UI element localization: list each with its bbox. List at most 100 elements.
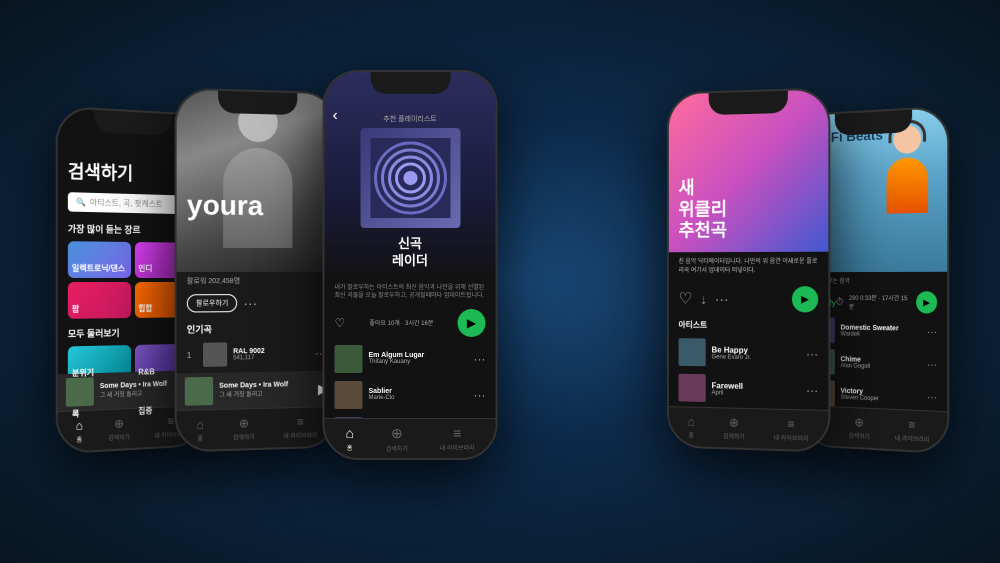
track-1: 1 RAL 9002 541,117 ··· xyxy=(177,338,336,370)
nav-search-4[interactable]: ⊕ 검색하기 xyxy=(723,415,745,441)
bottom-nav-2: ⌂ 홈 ⊕ 검색하기 ≡ 내 라이브러리 xyxy=(177,406,336,450)
artist-buttons: 팔로우하기 ··· xyxy=(177,290,336,317)
play-button-5[interactable]: ▶ xyxy=(916,291,937,314)
nav-search-label-3: 검색하기 xyxy=(386,444,408,453)
home-icon-4: ⌂ xyxy=(688,414,695,428)
nav-library-4[interactable]: ≡ 내 라이브러리 xyxy=(774,417,809,443)
nav-search-label-5: 검색하기 xyxy=(849,431,870,441)
lofi-track-1-artist: Wardell xyxy=(840,331,921,338)
nav-search-5[interactable]: ⊕ 검색하기 xyxy=(849,415,870,441)
search-icon: 🔍 xyxy=(76,197,86,206)
library-icon-5: ≡ xyxy=(908,418,915,433)
lofi-ctrl-right: ⏱ 280 0:33분 · 17시간 15분 ▶ xyxy=(836,291,937,314)
nav-home-label-1: 홈 xyxy=(77,435,83,444)
nav-search-2[interactable]: ⊕ 검색하기 xyxy=(233,416,255,442)
heart-icon[interactable]: ♡ xyxy=(335,316,346,330)
weekly-track-2-dots[interactable]: ··· xyxy=(806,383,818,397)
nav-library-label-2: 내 라이브러리 xyxy=(283,430,317,440)
playlist-track-2-info: Sablier Marie-Clo xyxy=(369,388,468,401)
genre-electronic[interactable]: 일렉트로닉/댄스 xyxy=(68,241,131,278)
phone-notch-3 xyxy=(370,72,450,94)
library-icon-4: ≡ xyxy=(787,417,794,431)
weekly-track-1-artist: Gene Evaro Jr. xyxy=(712,354,800,361)
genre-electronic-label: 일렉트로닉/댄스 xyxy=(72,263,125,274)
phone-notch-5 xyxy=(834,110,911,136)
genre-focus-label: 집중 xyxy=(138,405,152,417)
more-icon[interactable]: ··· xyxy=(243,295,257,311)
mini-player-thumb xyxy=(66,377,94,407)
nav-home-4[interactable]: ⌂ 홈 xyxy=(688,414,695,439)
library-icon-1: ≡ xyxy=(168,414,175,428)
genre-hiphop-label: 힙합 xyxy=(138,303,152,314)
genre-pop[interactable]: 팝 xyxy=(68,282,131,319)
weekly-controls: ♡ ↓ ··· ▶ xyxy=(669,282,828,317)
weekly-track-2: Farewell April ··· xyxy=(669,370,828,409)
nav-home-label-3: 홈 xyxy=(347,443,353,452)
nav-home-label-4: 홈 xyxy=(689,430,694,439)
search-icon-3: ⊕ xyxy=(391,425,403,442)
playlist-likes: 좋아요 10개 · 3시간 16분 xyxy=(369,318,433,327)
nav-library-label-3: 내 라이브러리 xyxy=(440,443,475,452)
track-1-info: RAL 9002 541,117 xyxy=(233,347,309,361)
artist-stats: 팔로워 202,458명 xyxy=(177,272,336,290)
weekly-artist-label: 아티스트 xyxy=(669,315,828,336)
search-nav-icon-2: ⊕ xyxy=(239,416,249,430)
back-chevron[interactable]: ‹ xyxy=(333,107,338,125)
weekly-track-2-thumb xyxy=(679,374,706,402)
weekly-title: 새 위클리 추천곡 xyxy=(679,176,819,242)
bottom-nav-4: ⌂ 홈 ⊕ 검색하기 ≡ 내 라이브러리 xyxy=(669,406,828,450)
playlist-header: 추천 플레이리스트 신곡 레이더 xyxy=(325,72,496,280)
lofi-track-3-info: Victory Steven Cooper xyxy=(840,387,921,403)
mini-player-info: Some Days • Ira Wolf 그 새 거짓 돌리고 xyxy=(100,380,181,399)
weekly-track-1-info: Be Happy Gene Evaro Jr. xyxy=(712,345,800,361)
track-2-dots[interactable]: ··· xyxy=(474,388,486,402)
nav-library-5[interactable]: ≡ 내 라이브러리 xyxy=(895,417,930,444)
playlist-track-1: Em Algum Lugar Thifany Kauany ··· xyxy=(325,341,496,377)
download-icon-4[interactable]: ↓ xyxy=(700,291,707,307)
weekly-track-1-dots[interactable]: ··· xyxy=(806,347,818,361)
nav-search-label-1: 검색하기 xyxy=(108,432,130,442)
lofi-track-1-dots[interactable]: ··· xyxy=(927,326,937,337)
playlist-desc: 내가 팔로우하는 아티스트의 최신 음악과 나만을 위해 선별된 최신 곡들을 … xyxy=(325,280,496,305)
mini-player-2-sub: 그 새 거짓 돌리고 xyxy=(219,388,312,399)
search-placeholder: 아티스트, 곡, 팟캐스트 xyxy=(90,197,163,210)
nav-home-1[interactable]: ⌂ 홈 xyxy=(76,418,83,444)
follow-button[interactable]: 팔로우하기 xyxy=(187,294,238,312)
nav-search-label-4: 검색하기 xyxy=(723,431,745,441)
phone-artist: youra 팔로워 202,458명 팔로우하기 ··· 인기곡 1 RAL 9… xyxy=(175,87,338,452)
weekly-track-2-artist: April xyxy=(712,390,800,398)
play-button-4[interactable]: ▶ xyxy=(792,286,818,312)
nav-library-2[interactable]: ≡ 내 라이브러리 xyxy=(283,414,317,440)
nav-library-3[interactable]: ≡ 내 라이브러리 xyxy=(440,425,475,452)
playlist-track-1-title: Em Algum Lugar xyxy=(369,352,468,359)
nav-search-3[interactable]: ⊕ 검색하기 xyxy=(386,425,408,453)
bottom-nav-3: ⌂ 홈 ⊕ 검색하기 ≡ 내 라이브러리 xyxy=(325,418,496,458)
lofi-track-2-info: Chime Alan Gogoll xyxy=(840,356,921,371)
nav-search-1[interactable]: ⊕ 검색하기 xyxy=(108,416,130,442)
mini-player-2-info: Some Days • Ira Wolf 그 새 거짓 돌리고 xyxy=(219,381,312,399)
track-1-dots[interactable]: ··· xyxy=(474,352,486,366)
mini-player-2-thumb xyxy=(185,377,213,406)
lofi-track-3-dots[interactable]: ··· xyxy=(927,392,937,404)
home-icon: ⌂ xyxy=(76,418,83,433)
nav-home-3[interactable]: ⌂ 홈 xyxy=(345,425,353,452)
artist-name: youra xyxy=(187,189,263,222)
search-nav-icon: ⊕ xyxy=(114,416,124,431)
recommended-label: 추천 플레이리스트 xyxy=(335,114,486,124)
playlist-meta: ♡ 좋아요 10개 · 3시간 16분 ▶ xyxy=(325,305,496,341)
playlist-track-1-artist: Thifany Kauany xyxy=(369,359,468,365)
home-icon-3: ⌂ xyxy=(345,425,353,441)
phone-playlist: ‹ 추천 플레이리스트 신곡 레이더 xyxy=(323,70,498,460)
nav-home-2[interactable]: ⌂ 홈 xyxy=(196,417,203,442)
heart-icon-4[interactable]: ♡ xyxy=(679,289,693,309)
search-icon-4: ⊕ xyxy=(729,416,739,430)
more-icon-4[interactable]: ··· xyxy=(715,291,729,307)
playlist-track-2-artist: Marie-Clo xyxy=(369,395,468,401)
mini-player-2[interactable]: Some Days • Ira Wolf 그 새 거짓 돌리고 ▶ xyxy=(177,371,336,410)
playlist-track-2: Sablier Marie-Clo ··· xyxy=(325,377,496,413)
playlist-play-button[interactable]: ▶ xyxy=(457,309,485,337)
track-1-thumb xyxy=(203,342,227,367)
track-1-plays: 541,117 xyxy=(233,354,309,361)
artist-photo: youra xyxy=(177,89,336,272)
lofi-track-2-dots[interactable]: ··· xyxy=(927,359,937,370)
